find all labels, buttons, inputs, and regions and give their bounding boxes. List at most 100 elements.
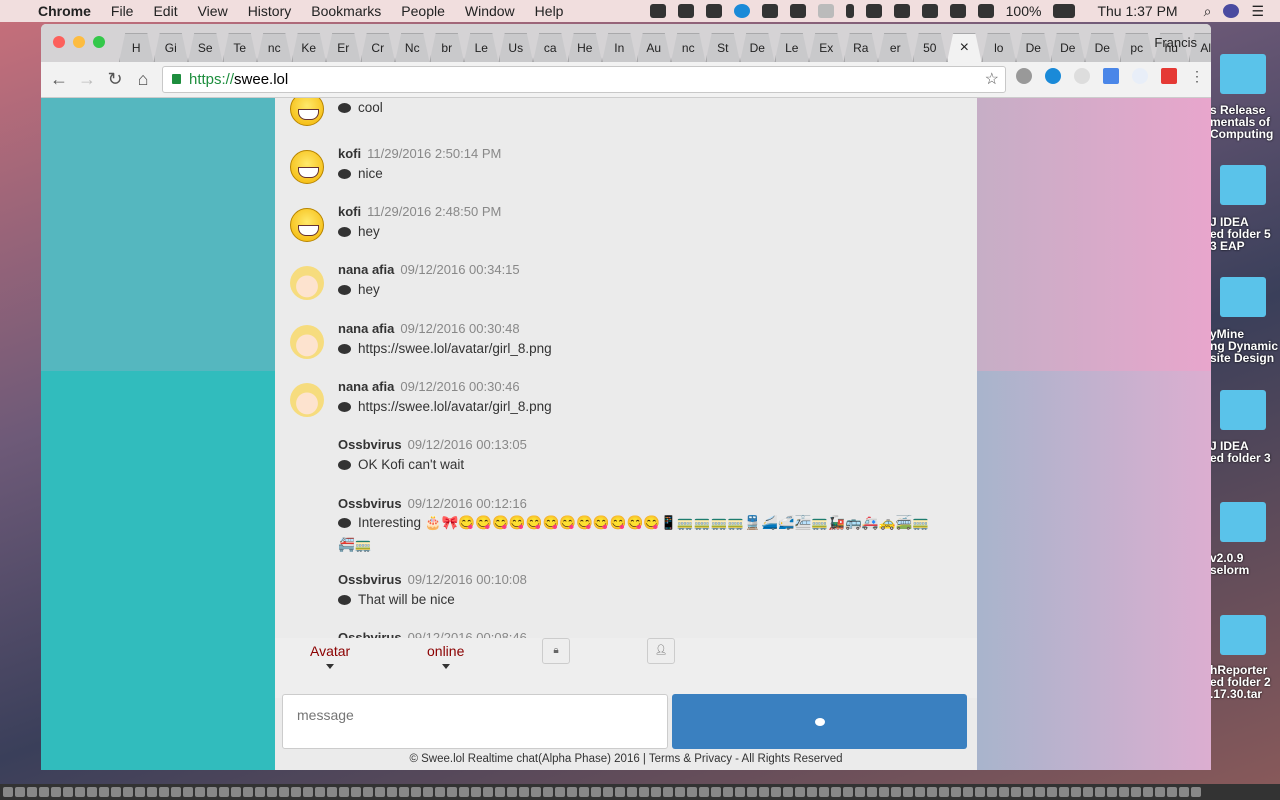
dock-app-icon[interactable]: [435, 787, 445, 797]
message-author[interactable]: nana afia: [338, 321, 394, 336]
dock-app-icon[interactable]: [459, 787, 469, 797]
browser-tab[interactable]: Le: [774, 33, 809, 62]
browser-tab[interactable]: Ke: [291, 33, 326, 62]
browser-tab[interactable]: In: [602, 33, 637, 62]
dock-app-icon[interactable]: [951, 787, 961, 797]
window-icon[interactable]: [789, 4, 806, 18]
dock-app-icon[interactable]: [147, 787, 157, 797]
clock[interactable]: Thu 1:37 PM: [1097, 3, 1177, 19]
status-dropdown[interactable]: online: [427, 643, 464, 669]
menu-view[interactable]: View: [198, 3, 228, 19]
menu-file[interactable]: File: [111, 3, 134, 19]
bluetooth-icon[interactable]: [845, 4, 854, 18]
bookmark-star-icon[interactable]: ☆: [985, 67, 999, 92]
message-author[interactable]: Ossbvirus: [338, 496, 402, 511]
message-list[interactable]: cool kofi 11/29/2016 2:50:14 PM nice kofi 11/…: [275, 98, 977, 638]
zoom-window-button[interactable]: [93, 36, 105, 48]
docker-icon[interactable]: [677, 4, 694, 18]
avatar-dropdown[interactable]: Avatar: [310, 643, 350, 669]
dock-app-icon[interactable]: [555, 787, 565, 797]
dock-app-icon[interactable]: [99, 787, 109, 797]
browser-tab[interactable]: De: [1085, 33, 1120, 62]
dock-app-icon[interactable]: [51, 787, 61, 797]
dock-app-icon[interactable]: [915, 787, 925, 797]
browser-tab[interactable]: Se: [188, 33, 223, 62]
folder-icon[interactable]: [1220, 390, 1266, 430]
dock-app-icon[interactable]: [1059, 787, 1069, 797]
dock-app-icon[interactable]: [39, 787, 49, 797]
dock-app-icon[interactable]: [783, 787, 793, 797]
phone-icon[interactable]: [893, 4, 910, 18]
message-input[interactable]: [282, 694, 668, 749]
notification-bell-icon[interactable]: [761, 4, 778, 18]
browser-tab[interactable]: De: [1050, 33, 1085, 62]
user-avatar[interactable]: [290, 98, 324, 126]
dock-app-icon[interactable]: [507, 787, 517, 797]
minimize-window-button[interactable]: [73, 36, 85, 48]
dropbox-icon[interactable]: [705, 4, 722, 18]
dock-app-icon[interactable]: [1095, 787, 1105, 797]
dock-app-icon[interactable]: [723, 787, 733, 797]
dock-app-icon[interactable]: [711, 787, 721, 797]
browser-tab[interactable]: Ex: [809, 33, 844, 62]
spotlight-search-icon[interactable]: ⌕: [1204, 3, 1212, 20]
user-avatar[interactable]: [290, 150, 324, 184]
user-avatar[interactable]: [290, 383, 324, 417]
active-tab-close-button[interactable]: ×: [947, 33, 982, 62]
dock-app-icon[interactable]: [579, 787, 589, 797]
dock-app-icon[interactable]: [327, 787, 337, 797]
dock-app-icon[interactable]: [411, 787, 421, 797]
dock-app-icon[interactable]: [987, 787, 997, 797]
dock-app-icon[interactable]: [927, 787, 937, 797]
browser-tab[interactable]: De: [1016, 33, 1051, 62]
dock-app-icon[interactable]: [351, 787, 361, 797]
home-button[interactable]: ⌂: [129, 69, 157, 90]
dock-app-icon[interactable]: [615, 787, 625, 797]
grey-extension-icon[interactable]: [1074, 68, 1090, 84]
menu-history[interactable]: History: [248, 3, 292, 19]
dock-app-icon[interactable]: [387, 787, 397, 797]
profile-button[interactable]: Francis: [1154, 35, 1197, 50]
dock-app-icon[interactable]: [87, 787, 97, 797]
browser-tab[interactable]: er: [878, 33, 913, 62]
dock-app-icon[interactable]: [267, 787, 277, 797]
dock-app-icon[interactable]: [603, 787, 613, 797]
desktop-label[interactable]: J IDEA ed folder 5 3 EAP: [1210, 216, 1271, 252]
dock-app-icon[interactable]: [279, 787, 289, 797]
browser-tab[interactable]: Us: [498, 33, 533, 62]
message-author[interactable]: kofi: [338, 146, 361, 161]
dock-app-icon[interactable]: [963, 787, 973, 797]
send-button[interactable]: [672, 694, 967, 749]
menu-help[interactable]: Help: [535, 3, 564, 19]
browser-tab[interactable]: Nc: [395, 33, 430, 62]
browser-tab[interactable]: He: [567, 33, 602, 62]
message-author[interactable]: nana afia: [338, 262, 394, 277]
notification-center-icon[interactable]: ☰: [1251, 3, 1264, 20]
browser-tab[interactable]: H: [119, 33, 154, 62]
folder-icon[interactable]: [1220, 615, 1266, 655]
dock-app-icon[interactable]: [759, 787, 769, 797]
dock-app-icon[interactable]: [75, 787, 85, 797]
volume-icon[interactable]: [949, 4, 966, 18]
dock-app-icon[interactable]: [159, 787, 169, 797]
dock-app-icon[interactable]: [699, 787, 709, 797]
dock-app-icon[interactable]: [183, 787, 193, 797]
dock-app-icon[interactable]: [315, 787, 325, 797]
browser-tab[interactable]: br: [429, 33, 464, 62]
folder-icon[interactable]: [1220, 277, 1266, 317]
back-button[interactable]: ←: [45, 69, 73, 90]
blue-extension-icon[interactable]: [1045, 68, 1061, 84]
dock-app-icon[interactable]: [867, 787, 877, 797]
user-avatar[interactable]: [290, 325, 324, 359]
dock-app-icon[interactable]: [471, 787, 481, 797]
dock-app-icon[interactable]: [591, 787, 601, 797]
dock-app-icon[interactable]: [135, 787, 145, 797]
dock-app-icon[interactable]: [219, 787, 229, 797]
battery-percent[interactable]: 100%: [1006, 3, 1042, 19]
dock-app-icon[interactable]: [1131, 787, 1141, 797]
dock-app-icon[interactable]: [1035, 787, 1045, 797]
dock-app-icon[interactable]: [195, 787, 205, 797]
dock-app-icon[interactable]: [975, 787, 985, 797]
evernote-icon[interactable]: [649, 4, 666, 18]
dock-app-icon[interactable]: [495, 787, 505, 797]
